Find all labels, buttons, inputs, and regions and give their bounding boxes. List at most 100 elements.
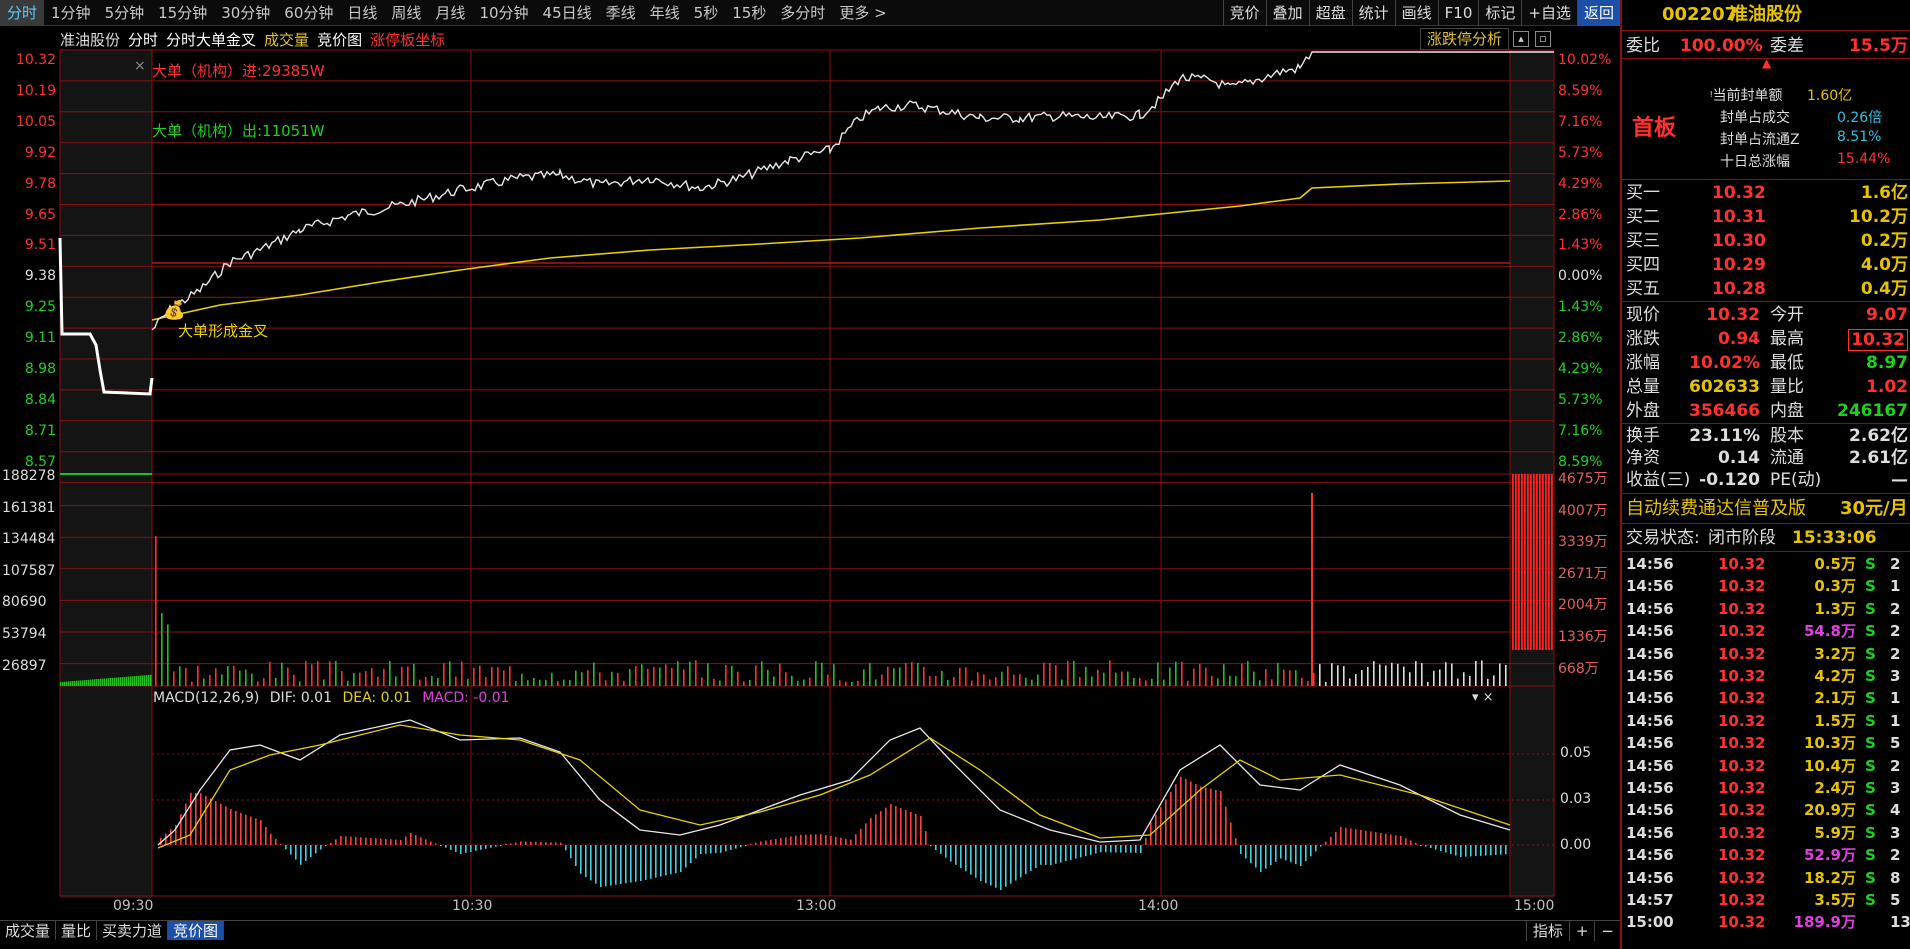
- money-bag-icon: 💰: [163, 300, 186, 321]
- dif-value: DIF: 0.01: [269, 690, 332, 706]
- bid-row[interactable]: 买一 10.32 1.6亿: [1622, 181, 1910, 205]
- tab-volume-ratio[interactable]: 量比: [56, 921, 98, 940]
- volume-bar: [665, 664, 667, 686]
- macd-bar-positive: [765, 840, 767, 845]
- volume-bar: [1001, 671, 1003, 686]
- price-label: 10.32: [15, 52, 56, 68]
- macd-bar-negative: [1290, 845, 1292, 863]
- fund-value: 0.14: [1718, 448, 1760, 468]
- macd-bar-positive: [260, 820, 262, 845]
- macd-label: 0.00: [1560, 837, 1592, 853]
- volume-bar: [839, 680, 841, 686]
- bid-row[interactable]: 买二 10.31 10.2万: [1622, 205, 1910, 229]
- macd-bar-negative: [660, 845, 662, 877]
- fund-label: 流通: [1770, 448, 1804, 468]
- tick-row: 14:56 10.32 0.3万 S 1: [1622, 575, 1910, 597]
- bid-volume: 0.4万: [1860, 279, 1908, 299]
- macd-bar-positive: [760, 841, 762, 845]
- tick-row: 14:56 10.32 54.8万 S 2: [1622, 620, 1910, 642]
- macd-bar-positive: [915, 813, 917, 845]
- macd-bar-positive: [245, 814, 247, 845]
- volume-bar: [1025, 677, 1027, 686]
- tab-auction-chart[interactable]: 竞价图: [168, 921, 225, 940]
- indicator-button[interactable]: 指标: [1525, 921, 1569, 941]
- macd-bar-negative: [1435, 845, 1437, 850]
- tab-volume[interactable]: 成交量: [0, 921, 57, 940]
- tick-count: 3: [1890, 823, 1901, 842]
- macd-bar-positive: [255, 818, 257, 845]
- volume-bar: [515, 680, 517, 686]
- volume-bar: [82, 680, 84, 686]
- macd-bar-negative: [1070, 845, 1072, 860]
- price-line: [151, 51, 1554, 331]
- volume-bar: [533, 677, 535, 686]
- volume-bar: [749, 679, 751, 686]
- macd-bar-positive: [330, 842, 332, 845]
- macd-bar-negative: [1115, 845, 1117, 853]
- bid-row[interactable]: 买三 10.30 0.2万: [1622, 229, 1910, 253]
- tick-volume: 5.9万: [1814, 823, 1856, 842]
- volume-bar: [899, 667, 901, 686]
- volume-bar: [1157, 662, 1159, 686]
- volume-label: 107587: [2, 562, 56, 579]
- macd-bar-positive: [410, 833, 412, 845]
- macd-bar-positive: [815, 834, 817, 845]
- macd-bar-positive: [1415, 842, 1417, 845]
- collapse-icon[interactable]: ▲: [1762, 56, 1771, 70]
- stat-label: 涨跌: [1626, 329, 1660, 349]
- tick-time: 14:56: [1626, 577, 1674, 596]
- macd-bar-negative: [1020, 845, 1022, 878]
- bid-row[interactable]: 买五 10.28 0.4万: [1622, 277, 1910, 301]
- tab-buy-sell-force[interactable]: 买卖力道: [97, 921, 169, 940]
- amount-label: 668万: [1558, 660, 1599, 677]
- volume-bar: [869, 663, 871, 686]
- macd-bar-negative: [1000, 845, 1002, 890]
- macd-title: MACD(12,26,9): [153, 690, 260, 706]
- macd-bar-negative: [1310, 845, 1312, 857]
- fund-row: 净资 0.14 流通 2.61亿: [1622, 447, 1910, 469]
- macd-bar-negative: [1050, 845, 1052, 866]
- stat-row: 涨幅 10.02% 最低 8.97: [1622, 351, 1910, 375]
- tick-count: 1: [1890, 711, 1901, 730]
- macd-bar-negative: [625, 845, 627, 884]
- tick-side: S: [1865, 644, 1876, 663]
- volume-bar: [329, 661, 331, 686]
- tick-volume: 0.5万: [1814, 555, 1856, 573]
- tick-count: 2: [1890, 846, 1901, 865]
- volume-bar: [983, 674, 985, 686]
- volume-bar: [359, 672, 361, 686]
- average-price-line: [151, 180, 1511, 321]
- macd-bar-negative: [1460, 845, 1462, 857]
- macd-label: 0.05: [1560, 745, 1592, 761]
- macd-bar-positive: [550, 842, 552, 845]
- close-x-icon[interactable]: ×: [134, 58, 146, 74]
- remove-indicator-button[interactable]: −: [1594, 921, 1620, 941]
- macd-bar-negative: [600, 845, 602, 887]
- volume-bar: [827, 674, 829, 686]
- volume-bar: [70, 681, 72, 686]
- macd-bar-negative: [1470, 845, 1472, 857]
- seal-value: 15.44%: [1837, 151, 1891, 167]
- macd-bar-positive: [1210, 788, 1212, 845]
- macd-bar-positive: [780, 838, 782, 845]
- bid-row[interactable]: 买四 10.29 4.0万: [1622, 253, 1910, 277]
- amount-label: 4007万: [1558, 502, 1608, 519]
- ad-banner[interactable]: 自动续费通达信普及版 30元/月: [1622, 497, 1910, 521]
- macd-bar-negative: [1300, 845, 1302, 866]
- volume-bar: [126, 676, 128, 686]
- volume-bar: [1325, 681, 1327, 686]
- tick-row: 14:56 10.32 52.9万 S 2: [1622, 844, 1910, 866]
- macd-bar-positive: [420, 837, 422, 845]
- macd-bar-negative: [590, 845, 592, 881]
- add-indicator-button[interactable]: +: [1568, 921, 1595, 941]
- volume-bar: [74, 680, 76, 686]
- macd-dropdown-icon[interactable]: ▾ ×: [1472, 690, 1494, 705]
- macd-bar-positive: [860, 828, 862, 845]
- tick-volume: 20.9万: [1803, 801, 1856, 820]
- macd-bar-negative: [725, 845, 727, 852]
- volume-bar: [64, 681, 66, 686]
- time-1400: 14:00: [1138, 898, 1179, 914]
- tick-row: 14:56 10.32 1.3万 S 2: [1622, 598, 1910, 620]
- macd-bar-negative: [1130, 845, 1132, 853]
- macd-bar-negative: [1065, 845, 1067, 862]
